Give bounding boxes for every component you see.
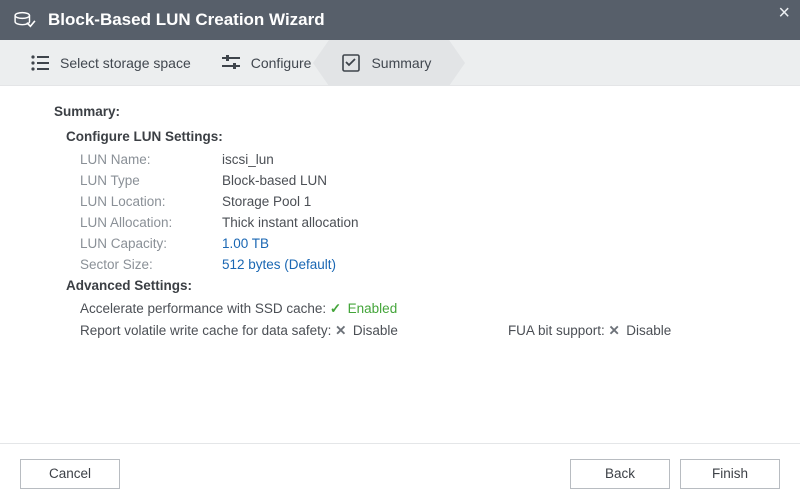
status: Disable bbox=[626, 323, 671, 338]
x-icon: ✕ bbox=[609, 323, 623, 339]
label: LUN Capacity: bbox=[80, 236, 222, 251]
row-volatile-fua: Report volatile write cache for data saf… bbox=[80, 323, 774, 339]
row-ssd-cache: Accelerate performance with SSD cache: ✓… bbox=[80, 301, 774, 317]
label: LUN Allocation: bbox=[80, 215, 222, 230]
label: FUA bit support: bbox=[508, 323, 605, 338]
row-lun-name: LUN Name: iscsi_lun bbox=[80, 152, 774, 167]
summary-content: Summary: Configure LUN Settings: LUN Nam… bbox=[0, 86, 800, 443]
value-link[interactable]: 512 bytes (Default) bbox=[222, 257, 336, 272]
value: Thick instant allocation bbox=[222, 215, 359, 230]
value-link[interactable]: 1.00 TB bbox=[222, 236, 269, 251]
value: Storage Pool 1 bbox=[222, 194, 311, 209]
sliders-icon bbox=[221, 54, 241, 72]
row-lun-allocation: LUN Allocation: Thick instant allocation bbox=[80, 215, 774, 230]
summary-heading: Summary: bbox=[54, 104, 774, 119]
row-lun-capacity: LUN Capacity: 1.00 TB bbox=[80, 236, 774, 251]
step-label: Select storage space bbox=[60, 55, 191, 71]
row-lun-type: LUN Type Block-based LUN bbox=[80, 173, 774, 188]
label: Accelerate performance with SSD cache: bbox=[80, 301, 326, 316]
titlebar: Block-Based LUN Creation Wizard × bbox=[0, 0, 800, 40]
step-select-storage[interactable]: Select storage space bbox=[18, 40, 209, 86]
wizard-window: Block-Based LUN Creation Wizard × Select… bbox=[0, 0, 800, 503]
step-summary[interactable]: Summary bbox=[329, 40, 449, 86]
finish-button[interactable]: Finish bbox=[680, 459, 780, 489]
label: LUN Name: bbox=[80, 152, 222, 167]
advanced-heading: Advanced Settings: bbox=[66, 278, 774, 293]
label: Sector Size: bbox=[80, 257, 222, 272]
footer: Cancel Back Finish bbox=[0, 443, 800, 503]
wizard-title: Block-Based LUN Creation Wizard bbox=[48, 10, 325, 30]
close-icon[interactable]: × bbox=[778, 2, 790, 25]
step-label: Configure bbox=[251, 55, 312, 71]
back-button[interactable]: Back bbox=[570, 459, 670, 489]
check-icon: ✓ bbox=[330, 301, 344, 317]
step-configure[interactable]: Configure bbox=[209, 40, 330, 86]
label: LUN Location: bbox=[80, 194, 222, 209]
status: Enabled bbox=[348, 301, 398, 316]
checklist-icon bbox=[341, 54, 361, 72]
x-icon: ✕ bbox=[335, 323, 349, 339]
value: iscsi_lun bbox=[222, 152, 274, 167]
status: Disable bbox=[353, 323, 398, 338]
label: LUN Type bbox=[80, 173, 222, 188]
step-bar: Select storage space Configure Summary bbox=[0, 40, 800, 86]
configure-lun-heading: Configure LUN Settings: bbox=[66, 129, 774, 144]
value: Block-based LUN bbox=[222, 173, 327, 188]
row-lun-location: LUN Location: Storage Pool 1 bbox=[80, 194, 774, 209]
row-sector-size: Sector Size: 512 bytes (Default) bbox=[80, 257, 774, 272]
storage-icon bbox=[14, 11, 36, 29]
list-icon bbox=[30, 54, 50, 72]
cancel-button[interactable]: Cancel bbox=[20, 459, 120, 489]
label: Report volatile write cache for data saf… bbox=[80, 323, 331, 338]
step-label: Summary bbox=[371, 55, 431, 71]
